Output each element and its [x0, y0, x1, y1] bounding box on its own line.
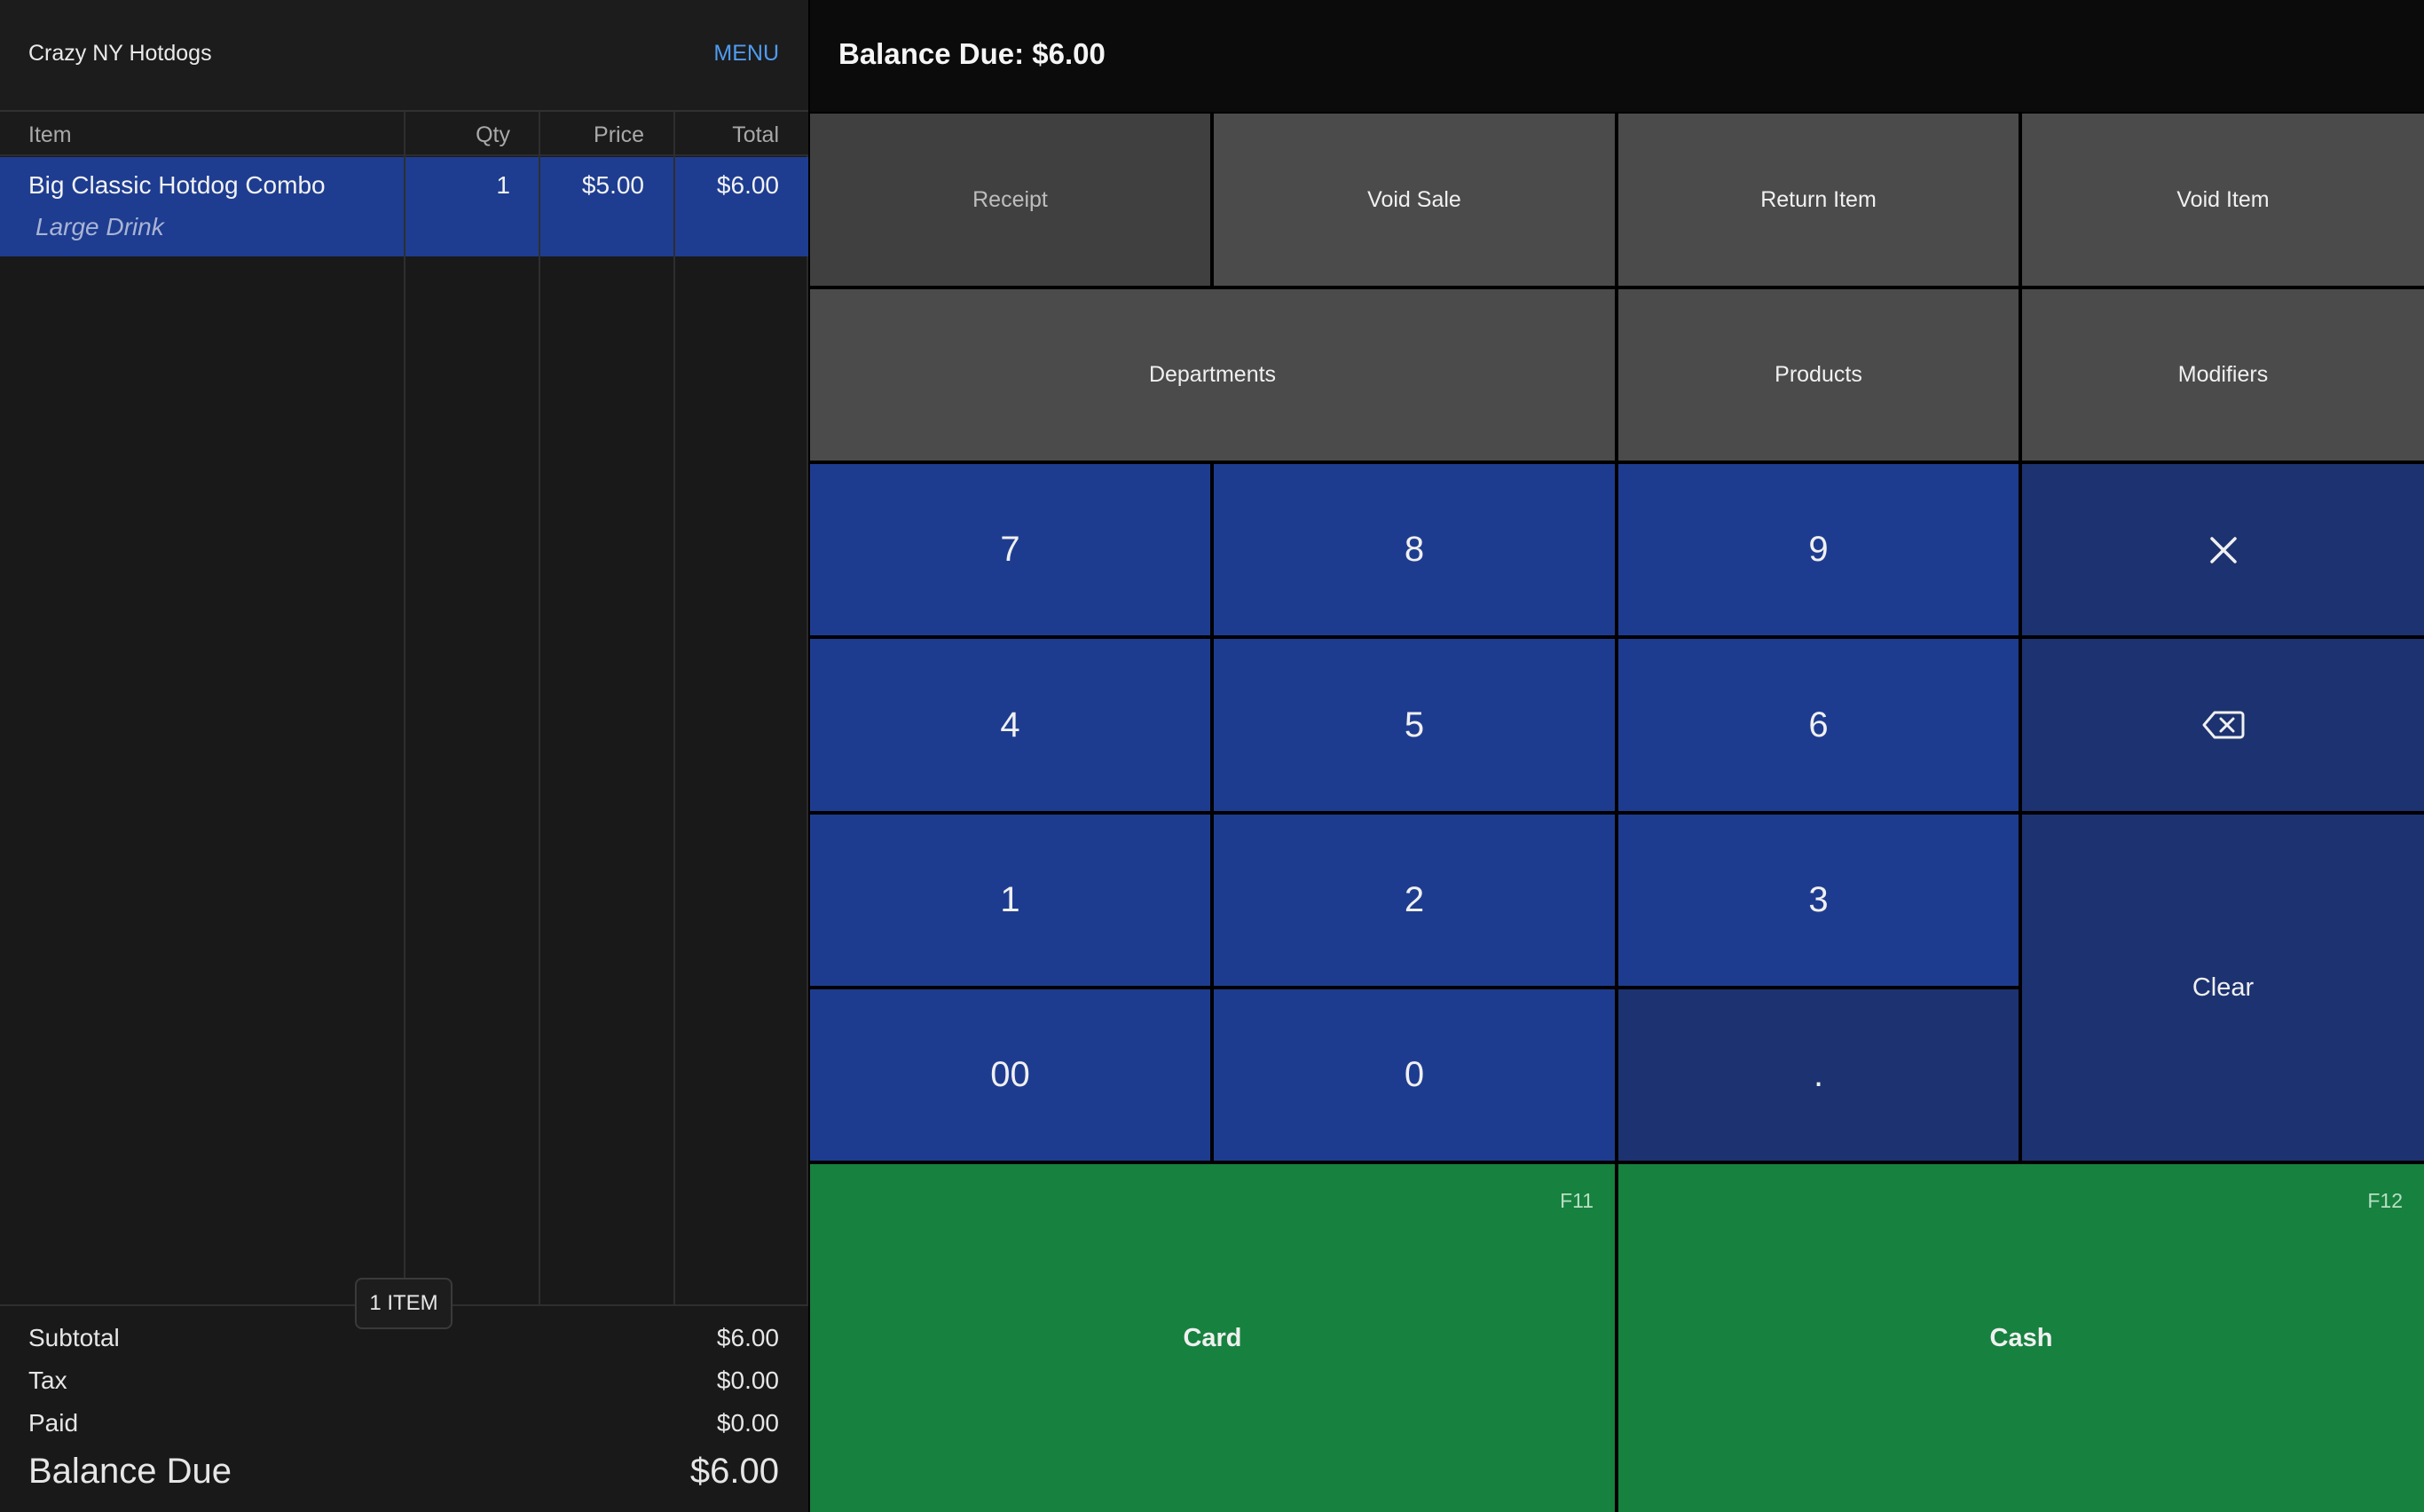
balance-due-value: $6.00: [689, 1452, 779, 1491]
column-divider: [673, 112, 675, 1304]
products-button[interactable]: Products: [1618, 289, 2019, 461]
column-header-qty: Qty: [476, 122, 510, 147]
balance-header: Balance Due: $6.00: [810, 0, 2424, 112]
order-header: Crazy NY Hotdogs MENU: [0, 0, 808, 112]
keypad-7[interactable]: 7: [810, 464, 1210, 635]
order-line-total: $6.00: [716, 171, 779, 199]
menu-link[interactable]: MENU: [713, 41, 779, 67]
tax-value: $0.00: [716, 1366, 779, 1394]
card-label: Card: [1183, 1323, 1242, 1352]
keypad-6[interactable]: 6: [1618, 639, 2019, 811]
column-header-item: Item: [28, 122, 72, 147]
backspace-icon: [2202, 710, 2245, 740]
multiply-button[interactable]: [2022, 464, 2424, 635]
keypad-8[interactable]: 8: [1214, 464, 1615, 635]
paid-value: $0.00: [716, 1409, 779, 1437]
keypad-0[interactable]: 0: [1214, 989, 1615, 1161]
card-payment-button[interactable]: Card F11: [810, 1164, 1615, 1512]
keypad-2[interactable]: 2: [1214, 815, 1615, 986]
cash-payment-button[interactable]: Cash F12: [1618, 1164, 2424, 1512]
departments-button[interactable]: Departments: [810, 289, 1615, 461]
balance-header-text: Balance Due: $6.00: [838, 37, 1106, 70]
subtotal-label: Subtotal: [28, 1324, 120, 1351]
column-header-price: Price: [594, 122, 644, 147]
keypad-9[interactable]: 9: [1618, 464, 2019, 635]
cash-shortcut-key: F12: [2367, 1189, 2403, 1212]
item-count-badge: 1 ITEM: [355, 1278, 453, 1329]
store-name: Crazy NY Hotdogs: [28, 41, 212, 66]
receipt-button[interactable]: Receipt: [810, 114, 1210, 286]
return-item-button[interactable]: Return Item: [1618, 114, 2019, 286]
order-line-modifier: Large Drink: [35, 213, 164, 240]
void-item-button[interactable]: Void Item: [2022, 114, 2424, 286]
close-x-icon: [2208, 535, 2239, 565]
tax-label: Tax: [28, 1366, 67, 1394]
column-divider: [539, 112, 540, 1304]
card-shortcut-key: F11: [1560, 1189, 1594, 1212]
paid-label: Paid: [28, 1409, 79, 1437]
order-panel: Crazy NY Hotdogs MENU Item Qty Price Tot…: [0, 0, 808, 1512]
keypad-00[interactable]: 00: [810, 989, 1210, 1161]
order-line-item: Big Classic Hotdog Combo: [28, 171, 326, 199]
keypad-1[interactable]: 1: [810, 815, 1210, 986]
column-header-total: Total: [732, 122, 779, 147]
balance-due-label: Balance Due: [28, 1452, 232, 1491]
clear-button[interactable]: Clear: [2022, 815, 2424, 1161]
void-sale-button[interactable]: Void Sale: [1214, 114, 1615, 286]
backspace-button[interactable]: [2022, 639, 2424, 811]
modifiers-button[interactable]: Modifiers: [2022, 289, 2424, 461]
keypad-5[interactable]: 5: [1214, 639, 1615, 811]
keypad-4[interactable]: 4: [810, 639, 1210, 811]
keypad-decimal[interactable]: .: [1618, 989, 2019, 1161]
order-line-price: $5.00: [581, 171, 644, 199]
column-divider: [404, 112, 405, 1304]
cash-label: Cash: [1989, 1323, 2053, 1352]
keypad-3[interactable]: 3: [1618, 815, 2019, 986]
subtotal-value: $6.00: [716, 1324, 779, 1351]
totals-section: Subtotal $6.00 Tax $0.00 Paid $0.00 Bala…: [0, 1304, 808, 1512]
order-line-qty: 1: [496, 171, 510, 199]
pos-app: Crazy NY Hotdogs MENU Item Qty Price Tot…: [0, 0, 2424, 1512]
